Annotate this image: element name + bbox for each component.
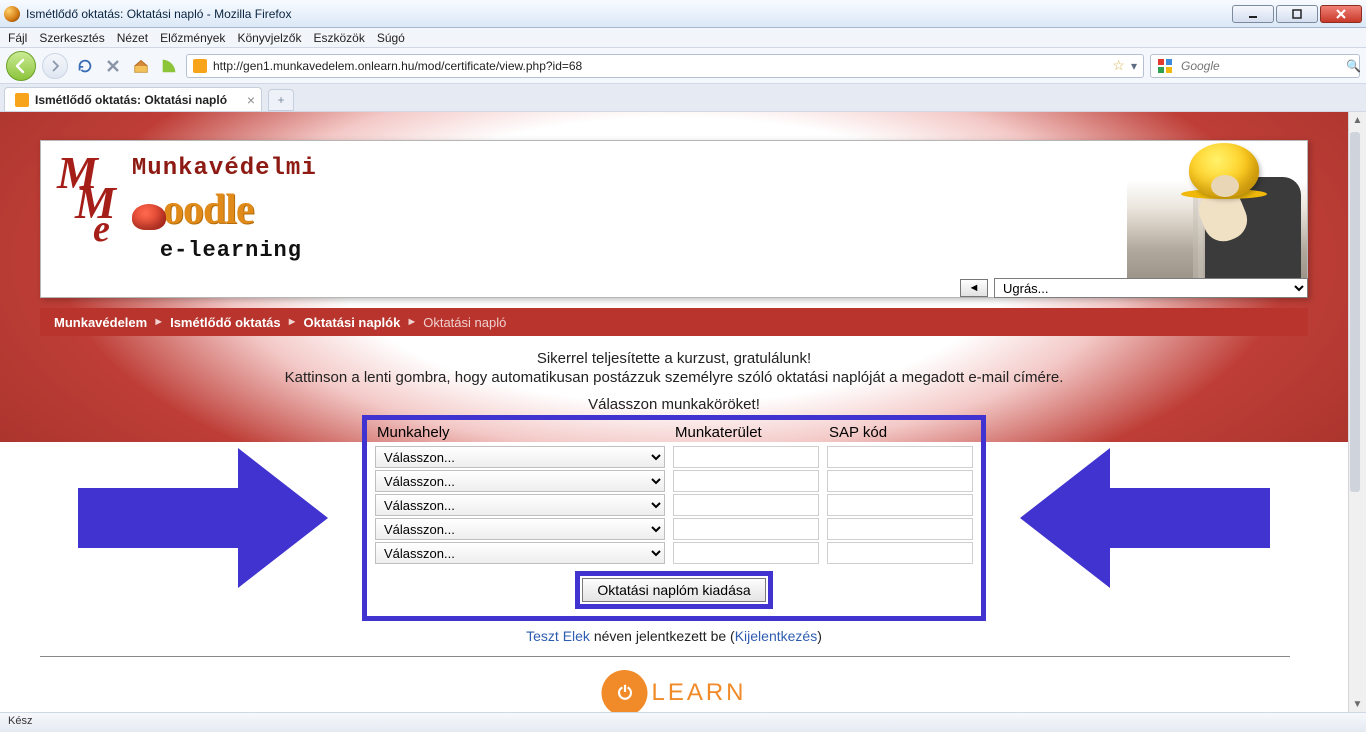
address-bar[interactable]: http://gen1.munkavedelem.onlearn.hu/mod/…: [186, 54, 1144, 78]
search-input[interactable]: [1179, 58, 1340, 74]
sapcode-input[interactable]: [827, 518, 973, 540]
window-close-button[interactable]: [1320, 5, 1362, 23]
col-header-sapcode: SAP kód: [823, 422, 977, 445]
forward-button[interactable]: [42, 53, 68, 79]
url-dropdown-icon[interactable]: ▾: [1131, 59, 1137, 73]
jump-bar: ◄ Ugrás...: [960, 278, 1308, 298]
copy-line-1: Sikerrel teljesítette a kurzust, gratulá…: [0, 350, 1348, 367]
window-title: Ismétlődő oktatás: Oktatási napló - Mozi…: [26, 7, 291, 21]
feedly-icon[interactable]: [158, 55, 180, 77]
bookmark-star-icon[interactable]: ☆: [1112, 57, 1125, 74]
browser-menubar: Fájl Szerkesztés Nézet Előzmények Könyvj…: [0, 28, 1366, 48]
workplace-select[interactable]: Válasszon...: [375, 542, 665, 564]
url-text: http://gen1.munkavedelem.onlearn.hu/mod/…: [213, 59, 1106, 73]
tab-close-icon[interactable]: ×: [247, 93, 255, 107]
scroll-down-icon[interactable]: ▼: [1350, 696, 1366, 712]
firefox-icon: [4, 6, 20, 22]
workplace-select[interactable]: Válasszon...: [375, 518, 665, 540]
crumb-1[interactable]: Munkavédelem: [54, 315, 147, 330]
tab-title: Ismétlődő oktatás: Oktatási napló: [35, 93, 227, 107]
onlearn-text: LEARN: [651, 679, 746, 707]
helmet-icon: [132, 204, 166, 230]
workarea-input[interactable]: [673, 518, 819, 540]
crumb-3[interactable]: Oktatási naplók: [304, 315, 401, 330]
moodle-text: oodle: [163, 186, 254, 234]
jump-select[interactable]: Ugrás...: [994, 278, 1308, 298]
status-text: Kész: [8, 715, 32, 727]
scroll-thumb[interactable]: [1350, 132, 1360, 492]
workplace-select[interactable]: Válasszon...: [375, 494, 665, 516]
header-panel: MMe Munkavédelmi oodle e-learning: [40, 140, 1308, 298]
login-mid: néven jelentkezett be (: [590, 628, 735, 644]
workplace-select[interactable]: Válasszon...: [375, 470, 665, 492]
workarea-input[interactable]: [673, 494, 819, 516]
onlearn-circle: ⏻: [601, 670, 647, 712]
login-status: Teszt Elek néven jelentkezett be (Kijele…: [0, 628, 1348, 644]
vertical-scrollbar[interactable]: ▲ ▼: [1348, 112, 1366, 712]
menu-view[interactable]: Nézet: [117, 31, 148, 45]
crumb-sep-icon: ►: [153, 316, 164, 328]
stop-button[interactable]: [102, 55, 124, 77]
menu-tools[interactable]: Eszközök: [313, 31, 364, 45]
workarea-input[interactable]: [673, 542, 819, 564]
back-button[interactable]: [6, 51, 36, 81]
logout-link[interactable]: Kijelentkezés: [735, 628, 818, 644]
crumb-sep-icon: ►: [406, 316, 417, 328]
jump-prev-button[interactable]: ◄: [960, 279, 988, 297]
logo-monogram: MMe: [57, 155, 116, 238]
menu-history[interactable]: Előzmények: [160, 31, 225, 45]
breadcrumb: Munkavédelem ► Ismétlődő oktatás ► Oktat…: [40, 308, 1308, 336]
sapcode-input[interactable]: [827, 494, 973, 516]
window-minimize-button[interactable]: [1232, 5, 1274, 23]
arrow-left-icon: [1020, 448, 1270, 588]
moodle-logo: oodle: [132, 186, 317, 234]
menu-file[interactable]: Fájl: [8, 31, 27, 45]
page-content: MMe Munkavédelmi oodle e-learning: [0, 112, 1348, 712]
login-end: ): [817, 628, 822, 644]
home-button[interactable]: [130, 55, 152, 77]
workarea-input[interactable]: [673, 446, 819, 468]
header-line-1: Munkavédelmi: [132, 155, 317, 182]
arrow-right-icon: [78, 448, 328, 588]
site-favicon: [193, 59, 207, 73]
crumb-2[interactable]: Ismétlődő oktatás: [170, 315, 281, 330]
workplace-select[interactable]: Válasszon...: [375, 446, 665, 468]
crumb-sep-icon: ►: [287, 316, 298, 328]
col-header-workarea: Munkaterület: [669, 422, 823, 445]
browser-toolbar: http://gen1.munkavedelem.onlearn.hu/mod/…: [0, 48, 1366, 84]
workarea-input[interactable]: [673, 470, 819, 492]
header-art: [1127, 141, 1307, 297]
form-panel: Munkahely Munkaterület SAP kód Válasszon…: [362, 415, 986, 621]
form-area: Munkahely Munkaterület SAP kód Válasszon…: [78, 415, 1270, 621]
footer-divider: [40, 656, 1290, 657]
new-tab-button[interactable]: +: [268, 89, 294, 111]
header-line-3: e-learning: [160, 238, 317, 263]
col-header-workplace: Munkahely: [371, 422, 669, 445]
sapcode-input[interactable]: [827, 470, 973, 492]
main-copy: Sikerrel teljesítette a kurzust, gratulá…: [0, 350, 1348, 415]
menu-edit[interactable]: Szerkesztés: [39, 31, 104, 45]
copy-line-2: Kattinson a lenti gombra, hogy automatik…: [0, 369, 1348, 386]
reload-button[interactable]: [74, 55, 96, 77]
menu-help[interactable]: Súgó: [377, 31, 405, 45]
browser-tab[interactable]: Ismétlődő oktatás: Oktatási napló ×: [4, 87, 262, 111]
tab-favicon: [15, 93, 29, 107]
issue-button-highlight: Oktatási naplóm kiadása: [575, 571, 772, 609]
tab-strip: Ismétlődő oktatás: Oktatási napló × +: [0, 84, 1366, 112]
copy-line-3: Válasszon munkaköröket!: [0, 396, 1348, 413]
window-maximize-button[interactable]: [1276, 5, 1318, 23]
search-bar[interactable]: 🔍: [1150, 54, 1360, 78]
window-titlebar: Ismétlődő oktatás: Oktatási napló - Mozi…: [0, 0, 1366, 28]
onlearn-logo: ⏻ LEARN: [601, 670, 746, 712]
google-icon: [1157, 58, 1173, 74]
menu-bookmarks[interactable]: Könyvjelzők: [237, 31, 301, 45]
sapcode-input[interactable]: [827, 446, 973, 468]
status-bar: Kész: [0, 712, 1366, 732]
issue-certificate-button[interactable]: Oktatási naplóm kiadása: [582, 578, 765, 602]
sapcode-input[interactable]: [827, 542, 973, 564]
scroll-up-icon[interactable]: ▲: [1350, 112, 1366, 128]
user-link[interactable]: Teszt Elek: [526, 628, 590, 644]
crumb-current: Oktatási napló: [423, 315, 506, 330]
search-go-icon[interactable]: 🔍: [1346, 59, 1361, 73]
